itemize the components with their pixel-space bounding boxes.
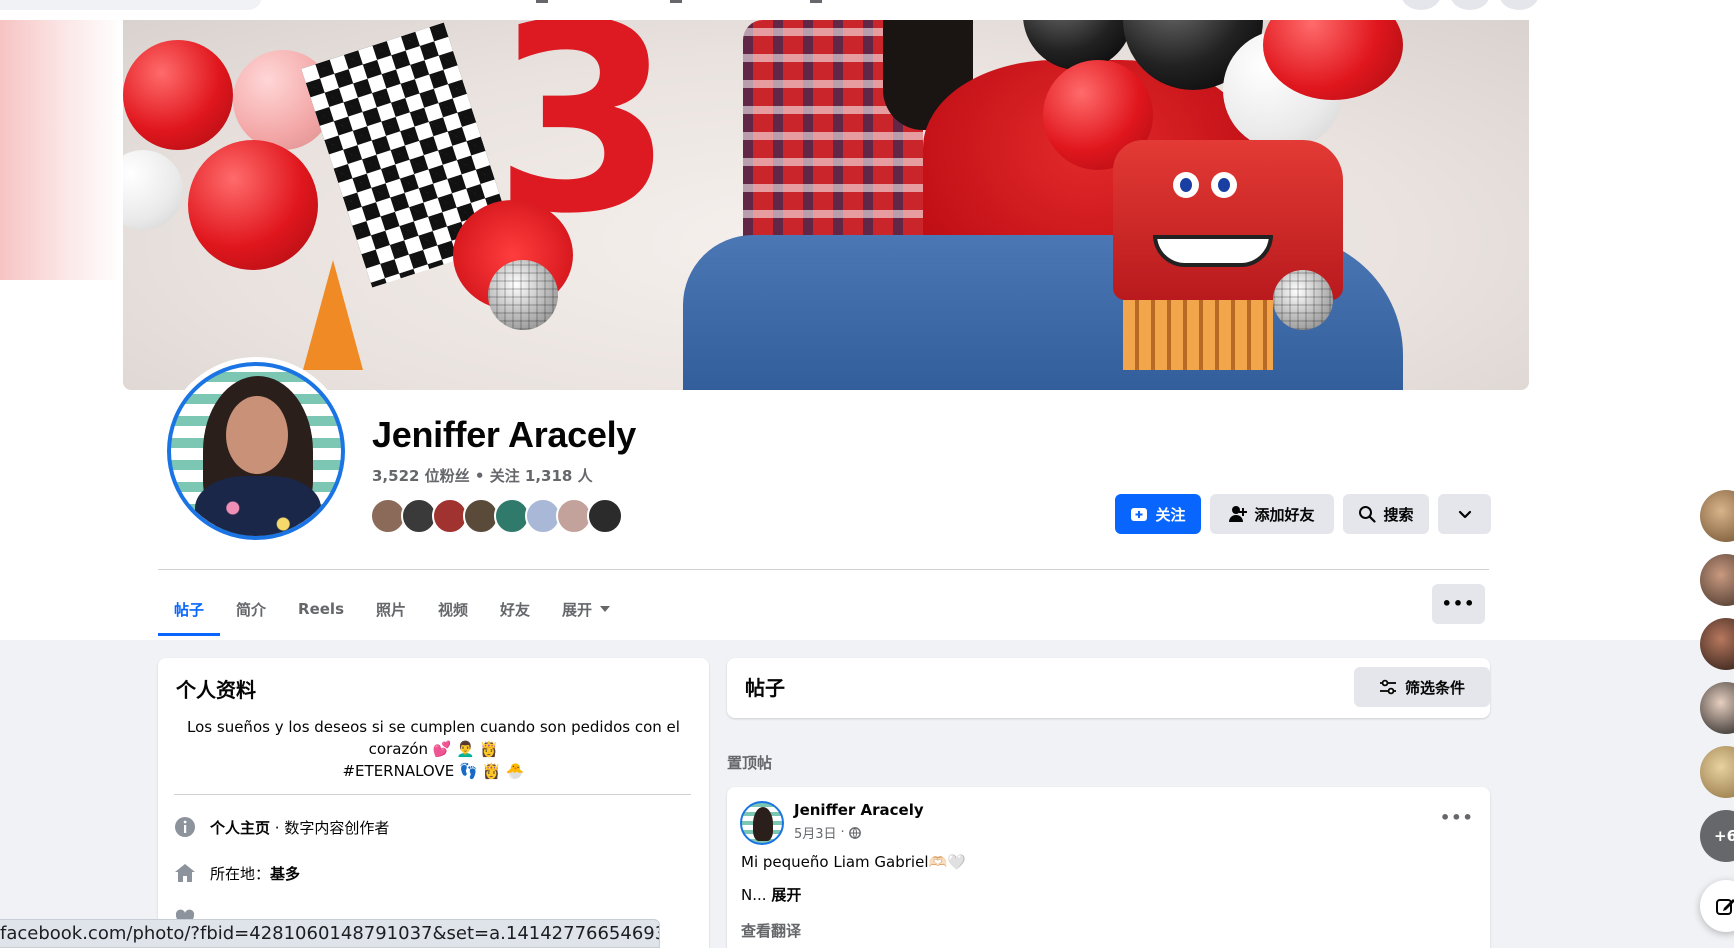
post-author-avatar[interactable]	[740, 801, 784, 845]
intro-divider	[174, 794, 691, 795]
tabs-more-button[interactable]: •••	[1432, 584, 1485, 624]
bio-line: Los sueños y los deseos si se cumplen cu…	[187, 718, 680, 736]
tab-label: 展开	[562, 600, 593, 619]
location-prefix: 所在地：	[210, 864, 271, 883]
more-dots-icon: •••	[1441, 594, 1476, 613]
tab-label: 视频	[438, 600, 469, 619]
follow-plus-icon	[1131, 508, 1148, 521]
intro-page-row: 个人主页 · 数字内容创作者	[174, 816, 389, 838]
pinned-label: 置顶帖	[727, 754, 773, 772]
posts-title: 帖子	[745, 676, 785, 700]
caret-down-icon	[600, 606, 611, 612]
tab-label: 好友	[500, 600, 531, 619]
add-friend-label: 添加好友	[1254, 505, 1315, 524]
bio-line: corazón 💕 👨‍🦱 👸	[368, 740, 499, 758]
tab-posts[interactable]: 帖子	[158, 582, 221, 636]
new-message-button[interactable]	[1700, 880, 1734, 932]
page-label[interactable]: 个人主页	[210, 819, 270, 837]
search-button[interactable]: 搜索	[1343, 494, 1429, 534]
follow-label: 关注	[1155, 505, 1186, 524]
profile-name: Jeniffer Aracely	[372, 414, 637, 455]
post-author-name[interactable]: Jeniffer Aracely	[794, 801, 924, 819]
post-text: Mi pequeño Liam Gabriel🫶🏻🤍	[741, 853, 966, 871]
intro-card: 个人资料 Los sueños y los deseos si se cumpl…	[158, 658, 709, 948]
chevron-down-icon	[1458, 510, 1471, 519]
more-contacts-button[interactable]: +6	[1700, 810, 1734, 862]
contact-avatar[interactable]	[1700, 682, 1734, 734]
follow-button[interactable]: 关注	[1115, 494, 1201, 534]
filter-button[interactable]: 筛选条件	[1354, 667, 1490, 707]
add-friend-icon	[1229, 506, 1248, 522]
tab-friends[interactable]: 好友	[484, 582, 546, 636]
profile-avatar[interactable]	[162, 357, 350, 545]
menu-icon[interactable]	[1401, 0, 1441, 10]
home-nav-indicator[interactable]	[536, 0, 548, 3]
post-truncated-text: N...	[741, 886, 767, 904]
video-nav-indicator[interactable]	[670, 0, 682, 3]
post-date[interactable]: 5月3日	[794, 823, 837, 842]
globe-icon	[848, 826, 861, 839]
filter-label: 筛选条件	[1404, 678, 1465, 697]
location-value[interactable]: 基多	[270, 865, 300, 883]
compose-icon	[1716, 899, 1734, 915]
facebook-search-bar[interactable]	[0, 0, 262, 10]
groups-nav-indicator[interactable]	[810, 0, 822, 3]
bio-line: #ETERNALOVE 👣 👸 🐣	[342, 762, 525, 780]
add-friend-button[interactable]: 添加好友	[1210, 494, 1334, 534]
tab-label: 简介	[236, 600, 267, 619]
top-navigation-bar	[0, 0, 1734, 20]
messenger-icon[interactable]	[1450, 0, 1490, 10]
intro-location-row: 所在地：基多	[174, 862, 300, 884]
follower-stats[interactable]: 3,522 位粉丝 • 关注 1,318 人	[372, 465, 593, 486]
tab-reels[interactable]: Reels	[282, 582, 360, 636]
info-icon	[175, 817, 195, 837]
contact-avatar[interactable]	[1700, 746, 1734, 798]
cover-photo[interactable]: 3	[123, 20, 1529, 390]
tab-label: Reels	[298, 600, 344, 618]
profile-tabs: 帖子 简介 Reels 照片 视频 好友 展开	[158, 582, 626, 636]
post-meta: 5月3日 ·	[794, 823, 861, 842]
friend-avatar[interactable]	[587, 498, 623, 534]
filter-sliders-icon	[1379, 679, 1396, 695]
notifications-icon[interactable]	[1499, 0, 1539, 10]
dot-separator: ·	[840, 825, 845, 840]
see-translation-link[interactable]: 查看翻译	[741, 920, 801, 941]
search-icon	[1359, 506, 1377, 523]
home-icon	[175, 864, 195, 882]
tab-more[interactable]: 展开	[546, 582, 626, 636]
expand-link[interactable]: 展开	[771, 886, 801, 904]
page-category: · 数字内容创作者	[270, 818, 390, 837]
search-label: 搜索	[1383, 505, 1414, 524]
tab-label: 照片	[376, 600, 407, 619]
post-truncated-row: N... 展开	[741, 884, 801, 905]
header-divider	[158, 569, 1489, 570]
post-options-icon[interactable]: •••	[1440, 808, 1474, 827]
tab-label: 帖子	[174, 600, 205, 619]
intro-title: 个人资料	[176, 678, 256, 702]
browser-status-url: facebook.com/photo/?fbid=428106014879103…	[0, 919, 660, 948]
more-actions-button[interactable]	[1438, 494, 1491, 534]
tab-videos[interactable]: 视频	[422, 582, 484, 636]
tab-about[interactable]: 简介	[220, 582, 282, 636]
tab-photos[interactable]: 照片	[360, 582, 422, 636]
